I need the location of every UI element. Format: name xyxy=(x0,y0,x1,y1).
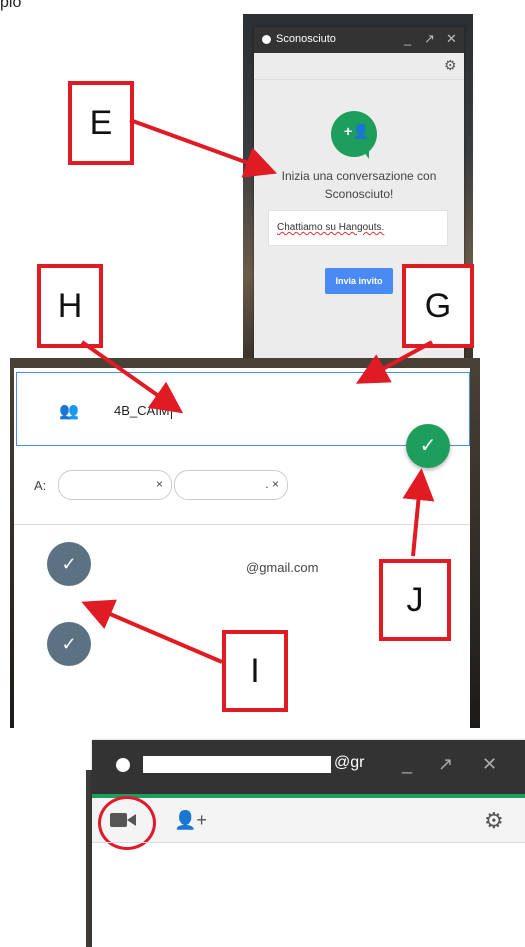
arrow-i xyxy=(81,599,223,664)
arrow-h xyxy=(80,340,184,414)
arrow-j xyxy=(402,468,435,557)
arrow-e xyxy=(129,118,278,178)
annotation-arrows xyxy=(80,118,435,664)
arrow-g xyxy=(355,340,433,384)
